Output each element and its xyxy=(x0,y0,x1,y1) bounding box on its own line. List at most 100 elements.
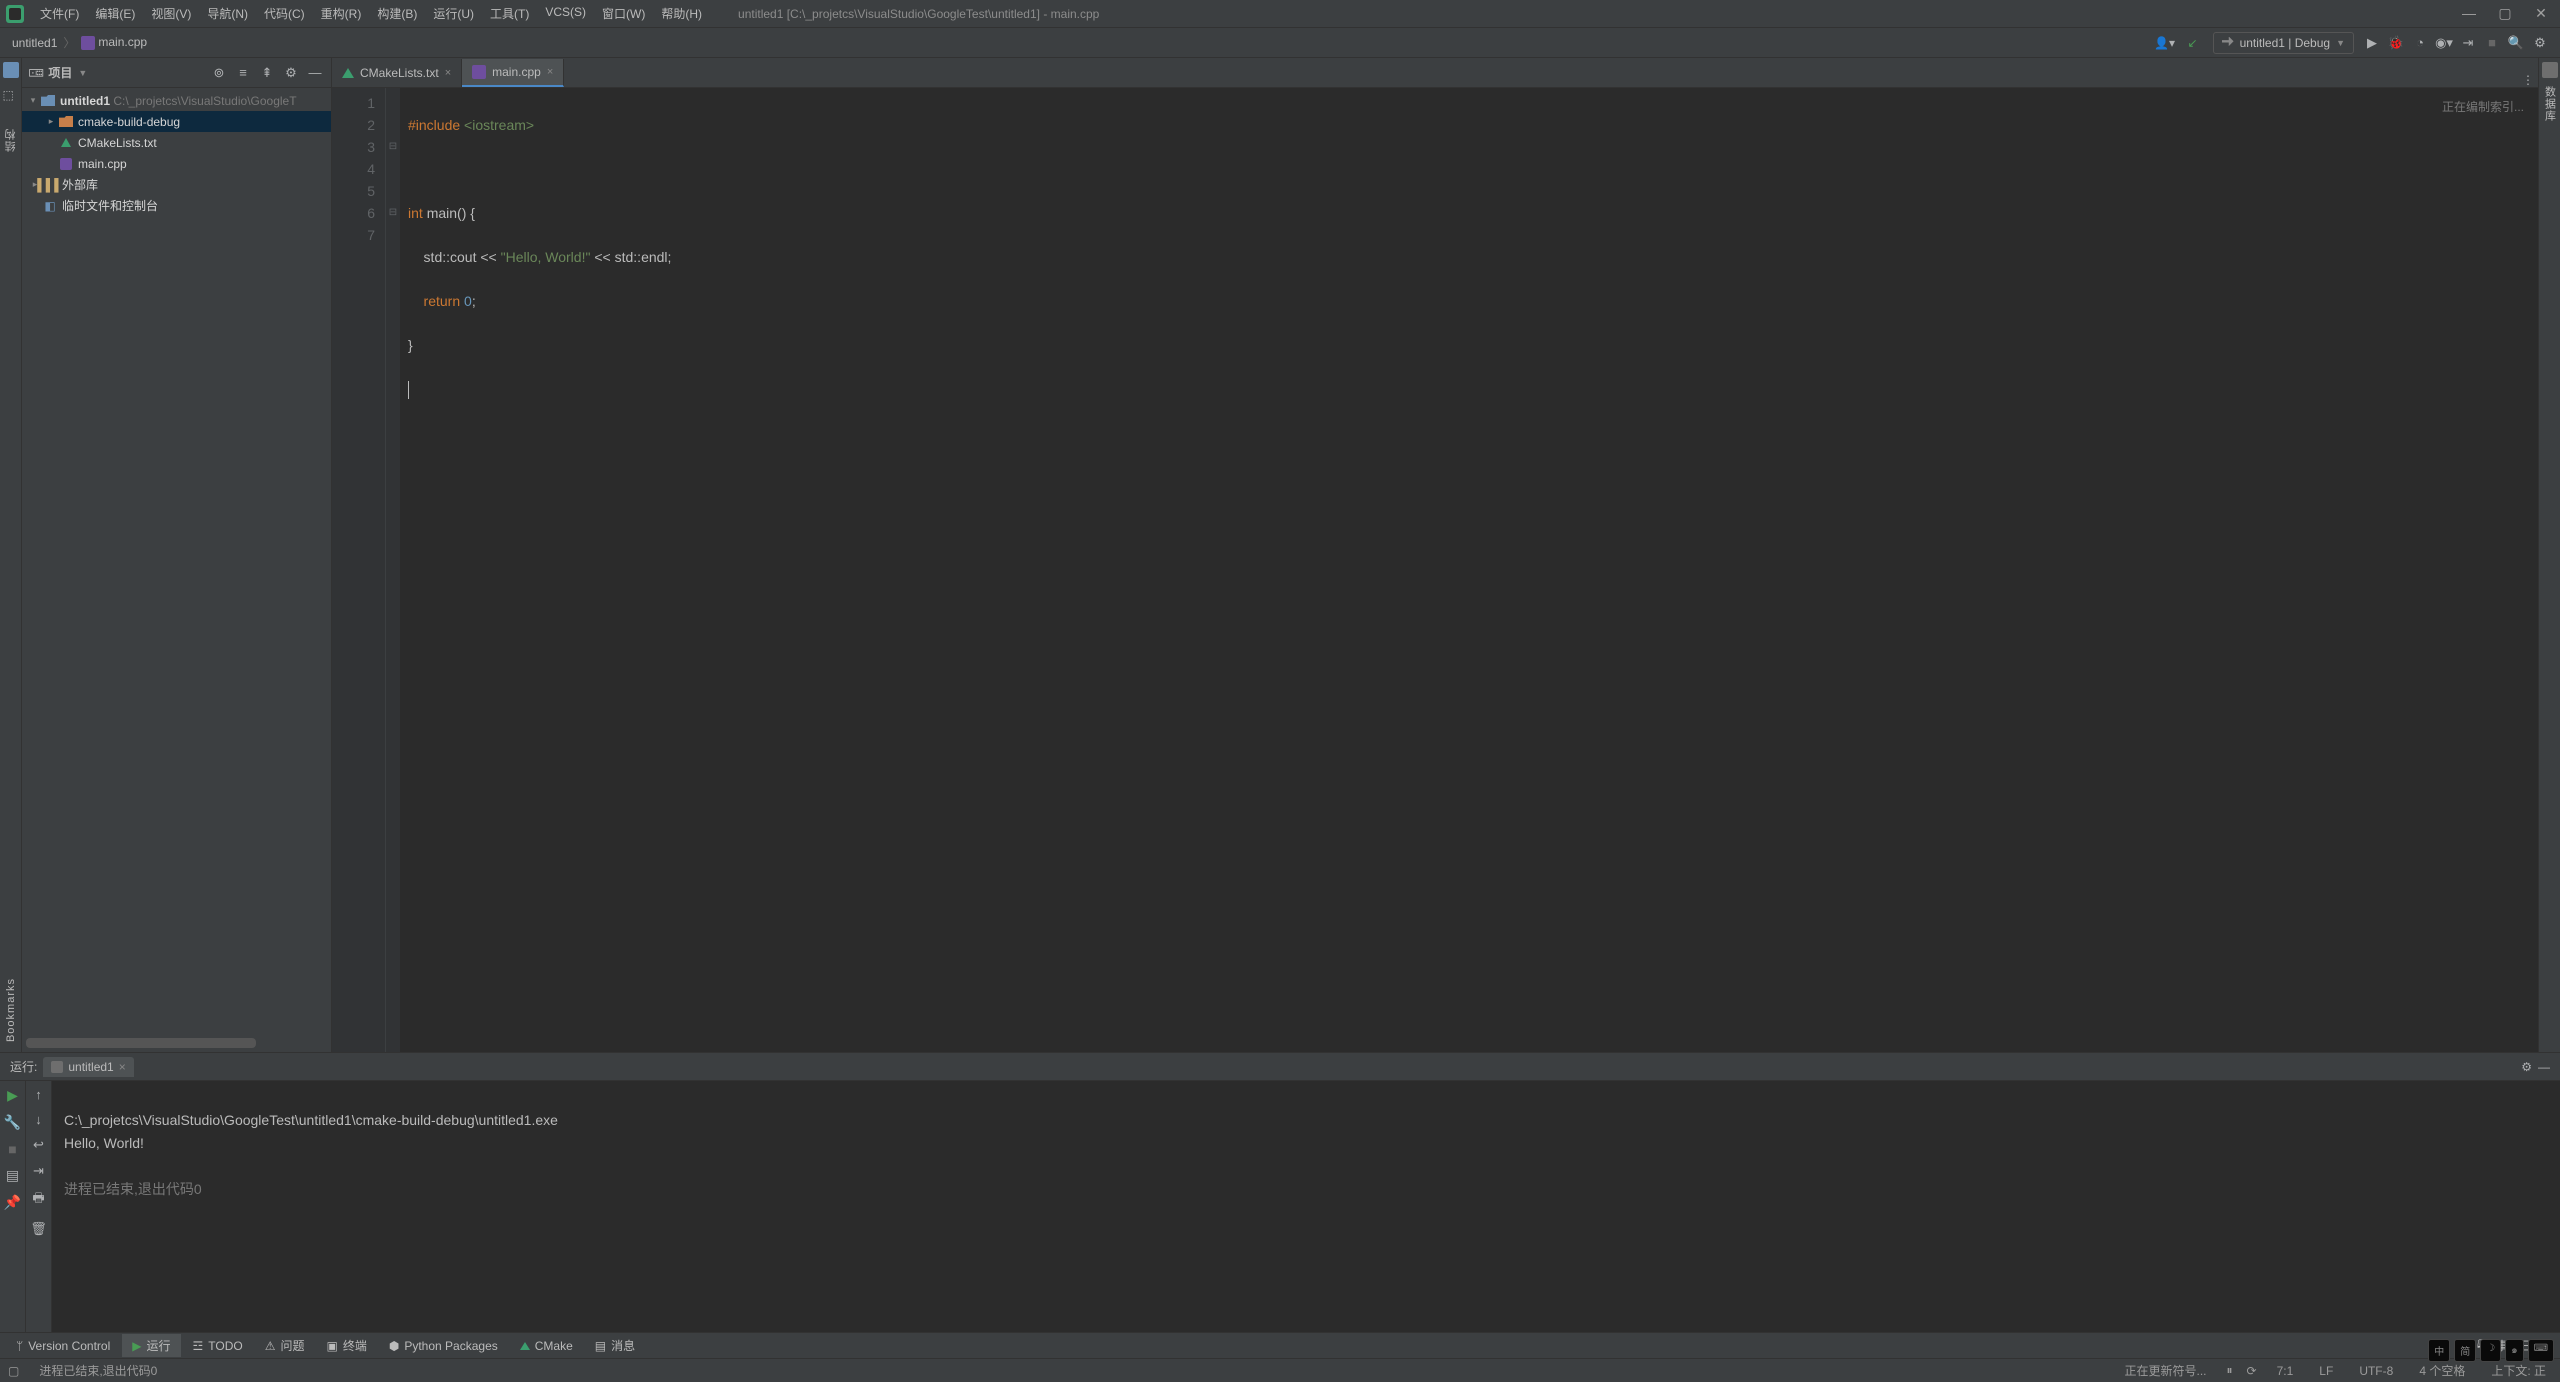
scroll-to-end-icon[interactable]: ⇥ xyxy=(33,1163,44,1179)
profile-icon[interactable]: ◉▾ xyxy=(2432,35,2456,51)
chevron-down-icon[interactable]: ▾ xyxy=(26,95,40,106)
fold-end-icon[interactable]: ⊟ xyxy=(386,202,400,224)
soft-wrap-icon[interactable]: ↩ xyxy=(33,1137,44,1153)
menu-navigate[interactable]: 导航(N) xyxy=(201,3,254,24)
project-toolwindow: 🀾 项目 ▼ ⊚ ≡ ⇞ ⚙ — ▾ untitled1 C:\_projetc… xyxy=(22,58,332,1052)
menu-vcs[interactable]: VCS(S) xyxy=(539,3,592,24)
status-cursor-position[interactable]: 7:1 xyxy=(2271,1364,2300,1378)
tab-run[interactable]: ▶运行 xyxy=(122,1334,180,1357)
close-tab-icon[interactable]: × xyxy=(547,66,553,78)
breadcrumb-file[interactable]: main.cpp xyxy=(77,33,151,52)
tree-root[interactable]: ▾ untitled1 C:\_projetcs\VisualStudio\Go… xyxy=(22,90,331,111)
settings-icon[interactable]: ⚙ xyxy=(2528,35,2552,51)
scroll-down-icon[interactable]: ↓ xyxy=(35,1112,42,1127)
console-output[interactable]: C:\_projetcs\VisualStudio\GoogleTest\unt… xyxy=(52,1081,2560,1332)
breadcrumb-root[interactable]: untitled1 xyxy=(8,34,61,52)
tab-cmake[interactable]: CMake xyxy=(510,1336,583,1356)
menu-help[interactable]: 帮助(H) xyxy=(655,3,708,24)
pin-icon[interactable]: 📌 xyxy=(4,1194,22,1211)
commit-tool-icon[interactable]: ⬚ xyxy=(3,88,19,104)
hide-panel-icon[interactable]: — xyxy=(305,65,325,80)
layout-icon[interactable]: ▤ xyxy=(4,1167,22,1184)
chevron-down-icon[interactable]: ▼ xyxy=(78,68,87,78)
bookmarks-tab[interactable]: Bookmarks xyxy=(5,978,17,1042)
tree-item-cmakelists[interactable]: CMakeLists.txt xyxy=(22,132,331,153)
project-tool-icon[interactable] xyxy=(3,62,19,78)
run-output-column: ↑ ↓ ↩ ⇥ 🖶 🗑 xyxy=(26,1081,52,1332)
project-tree[interactable]: ▾ untitled1 C:\_projetcs\VisualStudio\Go… xyxy=(22,88,331,1034)
code-editor[interactable]: #include <iostream> int main() { std::co… xyxy=(400,88,2538,1052)
horizontal-scrollbar[interactable] xyxy=(26,1038,256,1048)
line-number-gutter[interactable]: 1234567 xyxy=(332,88,386,1052)
status-message: 进程已结束,退出代码0 xyxy=(33,1362,163,1379)
menu-tools[interactable]: 工具(T) xyxy=(484,3,535,24)
database-tab[interactable]: 数据库 xyxy=(2542,86,2558,122)
tab-python-packages[interactable]: ⬢Python Packages xyxy=(379,1336,508,1356)
debug-button[interactable]: 🐞 xyxy=(2384,35,2408,51)
locate-icon[interactable]: ⊚ xyxy=(209,65,229,81)
tab-messages[interactable]: ▤消息 xyxy=(585,1334,645,1357)
status-encoding[interactable]: UTF-8 xyxy=(2353,1364,2399,1378)
menu-edit[interactable]: 编辑(E) xyxy=(89,3,141,24)
run-tab[interactable]: untitled1 × xyxy=(43,1057,133,1077)
menu-code[interactable]: 代码(C) xyxy=(258,3,311,24)
menu-file[interactable]: 文件(F) xyxy=(34,3,85,24)
tab-problems[interactable]: ⚠问题 xyxy=(255,1334,315,1357)
tab-label: CMakeLists.txt xyxy=(360,66,439,80)
search-everywhere-icon[interactable]: 🔍 xyxy=(2504,35,2528,51)
stop-button[interactable]: ■ xyxy=(2480,35,2504,50)
tree-item-external-libs[interactable]: ▸ ▌▌▌ 外部库 xyxy=(22,174,331,195)
close-tab-icon[interactable]: × xyxy=(119,1060,126,1074)
tab-cmakelists[interactable]: CMakeLists.txt × xyxy=(332,59,462,87)
tab-list-icon[interactable]: ⋮ xyxy=(2518,73,2538,87)
status-indent[interactable]: 4 个空格 xyxy=(2413,1362,2471,1379)
coverage-icon[interactable]: ◔ xyxy=(2408,35,2432,50)
cpp-file-icon xyxy=(472,65,486,79)
tab-version-control[interactable]: ᛘVersion Control xyxy=(6,1336,120,1356)
rerun-icon[interactable]: ▶ xyxy=(4,1087,22,1104)
tree-item-main-cpp[interactable]: main.cpp xyxy=(22,153,331,174)
hide-panel-icon[interactable]: — xyxy=(2538,1060,2550,1074)
fold-gutter[interactable]: ⊟⊟ xyxy=(386,88,400,1052)
tab-todo[interactable]: ☲TODO xyxy=(183,1336,253,1356)
minimize-icon[interactable]: — xyxy=(2462,5,2476,22)
run-button[interactable]: ▶ xyxy=(2360,35,2384,51)
pause-icon[interactable]: ⏸ xyxy=(2227,1363,2233,1378)
tab-terminal[interactable]: ▣终端 xyxy=(317,1334,377,1357)
menu-build[interactable]: 构建(B) xyxy=(371,3,423,24)
tree-item-scratches[interactable]: ◧ 临时文件和控制台 xyxy=(22,195,331,216)
scroll-up-icon[interactable]: ↑ xyxy=(35,1087,42,1102)
run-settings-icon[interactable]: ⚙ xyxy=(2521,1060,2532,1074)
close-tab-icon[interactable]: × xyxy=(445,67,451,79)
menu-refactor[interactable]: 重构(R) xyxy=(315,3,368,24)
toolwindow-toggle-icon[interactable]: ▢ xyxy=(8,1364,19,1378)
collapse-all-icon[interactable]: ⇞ xyxy=(257,65,277,81)
run-config-selector[interactable]: untitled1 | Debug ▼ xyxy=(2213,32,2354,54)
fold-start-icon[interactable]: ⊟ xyxy=(386,136,400,158)
clear-icon[interactable]: 🗑 xyxy=(30,1221,47,1237)
run-action-column: ▶ 🔧 ■ ▤ 📌 xyxy=(0,1081,26,1332)
attach-icon[interactable]: ⇥ xyxy=(2456,35,2480,51)
menu-view[interactable]: 视图(V) xyxy=(145,3,197,24)
status-line-ending[interactable]: LF xyxy=(2313,1364,2339,1378)
status-context[interactable]: 上下文: 正 xyxy=(2485,1362,2552,1379)
menu-window[interactable]: 窗口(W) xyxy=(596,3,651,24)
expand-all-icon[interactable]: ≡ xyxy=(233,65,253,80)
add-user-icon[interactable]: 👤▾ xyxy=(2153,31,2177,55)
ime-badge: ⌨ xyxy=(2528,1339,2554,1362)
modify-run-config-icon[interactable]: 🔧 xyxy=(4,1114,22,1131)
close-icon[interactable]: ✕ xyxy=(2534,5,2548,22)
print-icon[interactable]: 🖶 xyxy=(32,1189,44,1211)
tab-main-cpp[interactable]: main.cpp × xyxy=(462,59,564,87)
structure-tab[interactable]: 结构 xyxy=(3,128,19,152)
project-panel-title[interactable]: 项目 xyxy=(48,64,72,81)
vcs-update-icon[interactable]: ↙ xyxy=(2181,31,2205,55)
settings-gear-icon[interactable]: ⚙ xyxy=(281,65,301,81)
stop-icon[interactable]: ■ xyxy=(4,1141,22,1157)
maximize-icon[interactable]: ▢ xyxy=(2498,5,2512,22)
menu-run[interactable]: 运行(U) xyxy=(427,3,480,24)
tree-item-cmake-build-debug[interactable]: ▸ cmake-build-debug xyxy=(22,111,331,132)
chevron-right-icon[interactable]: ▸ xyxy=(44,116,58,127)
notifications-icon[interactable] xyxy=(2542,62,2558,78)
background-tasks-icon[interactable]: ⟳ xyxy=(2247,1364,2257,1378)
